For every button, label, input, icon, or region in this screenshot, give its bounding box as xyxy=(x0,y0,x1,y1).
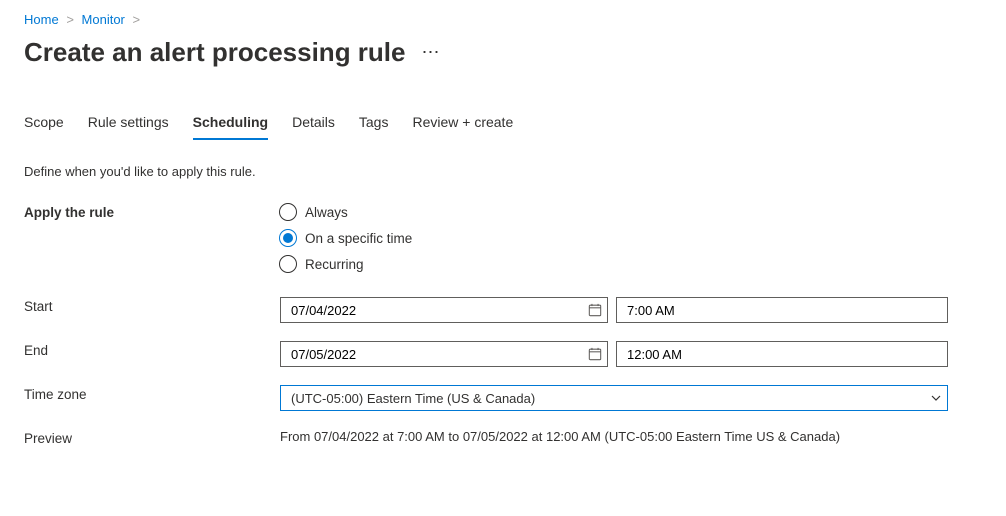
preview-label: Preview xyxy=(24,429,280,446)
radio-always[interactable]: Always xyxy=(279,203,982,221)
timezone-value: (UTC-05:00) Eastern Time (US & Canada) xyxy=(291,391,535,406)
breadcrumb: Home > Monitor > xyxy=(24,8,982,31)
radio-recurring[interactable]: Recurring xyxy=(279,255,982,273)
timezone-label: Time zone xyxy=(24,385,280,402)
radio-circle-icon xyxy=(279,203,297,221)
breadcrumb-home[interactable]: Home xyxy=(24,12,59,27)
start-label: Start xyxy=(24,297,280,314)
radio-recurring-label: Recurring xyxy=(305,257,364,272)
breadcrumb-separator: > xyxy=(62,12,78,27)
page-title: Create an alert processing rule xyxy=(24,33,405,72)
radio-always-label: Always xyxy=(305,205,348,220)
radio-circle-icon xyxy=(279,229,297,247)
preview-text: From 07/04/2022 at 7:00 AM to 07/05/2022… xyxy=(280,429,982,444)
start-time-input[interactable] xyxy=(616,297,948,323)
tab-tags[interactable]: Tags xyxy=(359,108,389,140)
apply-rule-label: Apply the rule xyxy=(24,203,280,220)
more-actions-icon[interactable]: ⋯ xyxy=(421,42,440,63)
tab-bar: Scope Rule settings Scheduling Details T… xyxy=(24,108,982,140)
end-time-input[interactable] xyxy=(616,341,948,367)
tab-details[interactable]: Details xyxy=(292,108,335,140)
timezone-select[interactable]: (UTC-05:00) Eastern Time (US & Canada) xyxy=(280,385,948,411)
tab-review-create[interactable]: Review + create xyxy=(412,108,513,140)
chevron-down-icon xyxy=(930,392,942,404)
radio-specific-time[interactable]: On a specific time xyxy=(279,229,982,247)
end-label: End xyxy=(24,341,280,358)
tab-scope[interactable]: Scope xyxy=(24,108,64,140)
breadcrumb-separator: > xyxy=(129,12,145,27)
intro-text: Define when you'd like to apply this rul… xyxy=(24,164,982,179)
tab-scheduling[interactable]: Scheduling xyxy=(193,108,268,140)
apply-rule-radio-group: Always On a specific time Recurring xyxy=(279,203,982,273)
tab-rule-settings[interactable]: Rule settings xyxy=(88,108,169,140)
breadcrumb-monitor[interactable]: Monitor xyxy=(82,12,125,27)
start-date-input[interactable] xyxy=(280,297,608,323)
end-date-input[interactable] xyxy=(280,341,608,367)
radio-specific-label: On a specific time xyxy=(305,231,412,246)
radio-circle-icon xyxy=(279,255,297,273)
